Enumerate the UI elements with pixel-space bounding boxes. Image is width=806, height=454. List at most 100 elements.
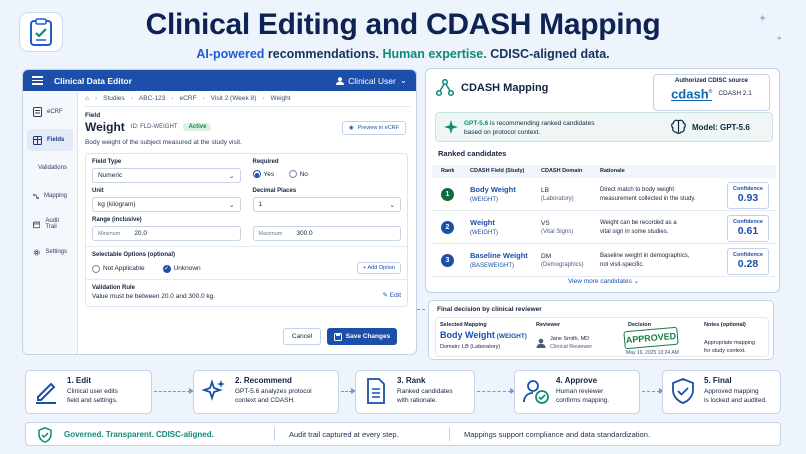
confidence-box: Confidence 0.93 xyxy=(727,182,769,209)
field-settings-form: Field Type Numeric ⌄ Required Yes No Unit… xyxy=(85,153,408,307)
connector-line xyxy=(417,309,425,310)
breadcrumb-item[interactable]: Studies xyxy=(103,95,125,102)
chevron-down-icon: ⌄ xyxy=(229,172,235,180)
column-header: CDASH Field (Study) xyxy=(470,168,525,174)
unit-select[interactable]: kg (kilogram) ⌄ xyxy=(92,197,241,212)
mapping-icon xyxy=(33,193,39,199)
gpt-text: is recommending ranked candidates xyxy=(488,120,595,127)
view-more-candidates-link[interactable]: View more candidates ⌄ xyxy=(426,277,781,285)
brain-icon xyxy=(671,119,686,134)
unit-label: Unit xyxy=(92,188,104,194)
decimal-places-select[interactable]: 1 ⌄ xyxy=(252,197,401,212)
cancel-button[interactable]: Cancel xyxy=(283,328,321,345)
add-option-button[interactable]: + Add Option xyxy=(357,262,401,274)
sidebar-item-mapping[interactable]: Mapping xyxy=(27,185,73,207)
candidate-code: (WEIGHT) xyxy=(470,197,498,203)
edit-validation-button[interactable]: ✎ Edit xyxy=(383,291,401,300)
maximum-label: Maximum xyxy=(258,230,283,237)
breadcrumb-item[interactable]: Weight xyxy=(270,95,290,102)
shield-check-icon xyxy=(672,378,694,404)
reviewer-role: Clinical Reviewer xyxy=(550,344,593,350)
sidebar-item-audit-trail[interactable]: Audit Trail xyxy=(27,213,73,235)
required-no-radio[interactable]: No xyxy=(288,170,308,178)
step-title: 5. Final xyxy=(704,376,732,385)
user-name: Clinical User xyxy=(348,75,396,86)
editor-content: ⌂ › Studies › ABC-123 › eCRF › Visit 2 (Week… xyxy=(85,91,410,354)
candidates-table-header: Rank CDASH Field (Study) CDASH Domain Ra… xyxy=(432,165,776,178)
preview-in-ecrf-button[interactable]: ◉ Preview in eCRF xyxy=(341,121,406,135)
maximum-value: 300.0 xyxy=(296,230,313,237)
candidate-row[interactable]: 3 Baseline Weight (BASEWEIGHT) DM (Demogra… xyxy=(432,245,776,277)
unit-value: kg (kilogram) xyxy=(98,201,136,208)
option-not-applicable[interactable]: Not Applicable xyxy=(92,264,145,273)
candidate-domain-full: (Vital Signs) xyxy=(541,229,574,235)
decision-label: Decision xyxy=(628,322,651,328)
candidate-code: (WEIGHT) xyxy=(470,230,498,236)
final-decision-panel: Final decision by clinical reviewer Sele… xyxy=(428,300,774,360)
sidebar-item-label: Audit Trail xyxy=(45,218,59,230)
field-type-select[interactable]: Numeric ⌄ xyxy=(92,168,241,183)
home-icon[interactable]: ⌂ xyxy=(85,95,89,102)
required-yes-radio[interactable]: Yes xyxy=(252,170,275,178)
reviewer-info: Jane Smith, MD Clinical Reviewer xyxy=(536,335,592,351)
save-changes-button[interactable]: Save Changes xyxy=(327,328,397,345)
candidate-row[interactable]: 1 Body Weight (WEIGHT) LB (Laboratory) Dir… xyxy=(432,179,776,211)
sparkle-decoration-icon: ✦ xyxy=(776,34,783,43)
selected-field: Body Weight xyxy=(440,330,495,340)
selected-mapping-label: Selected Mapping xyxy=(440,322,487,328)
field-type-value: Numeric xyxy=(98,172,123,179)
column-header: Rank xyxy=(441,168,455,174)
confidence-value: 0.61 xyxy=(737,225,759,237)
breadcrumb-item[interactable]: Visit 2 (Week 8) xyxy=(211,95,257,102)
sidebar-item-fields[interactable]: Fields xyxy=(27,129,73,151)
sidebar-item-label: Validations xyxy=(38,165,67,171)
save-label: Save Changes xyxy=(345,333,391,340)
sidebar-item-settings[interactable]: Settings xyxy=(27,241,73,263)
sidebar-item-ecrf[interactable]: eCRF xyxy=(27,101,73,123)
candidate-domain: DM xyxy=(541,253,552,260)
notes-text: Appropriate mapping for study context. xyxy=(704,340,756,354)
flow-arrow xyxy=(341,387,356,394)
footer-tagline: Governed. Transparent. CDISC-aligned. xyxy=(64,429,214,439)
selected-domain: Domain: LB (Laboratory) xyxy=(440,344,501,350)
step-edit: 1. Edit Clinical user edits field and set… xyxy=(25,370,152,414)
breadcrumb-item[interactable]: eCRF xyxy=(180,95,197,102)
breadcrumb-item[interactable]: ABC-123 xyxy=(139,95,165,102)
minimum-input[interactable]: Minimum 20.0 xyxy=(92,226,241,241)
candidate-field: Body Weight xyxy=(470,185,516,194)
sidebar-item-label: Mapping xyxy=(43,193,67,199)
model-label: Model: GPT-5.6 xyxy=(692,123,750,132)
candidate-code: (BASEWEIGHT) xyxy=(470,263,515,269)
candidate-row[interactable]: 2 Weight (WEIGHT) VS (Vital Signs) Weight … xyxy=(432,212,776,244)
maximum-input[interactable]: Maximum 300.0 xyxy=(252,226,401,241)
pencil-icon xyxy=(36,382,56,404)
minimum-label: Minimum xyxy=(98,230,121,237)
final-decision-title: Final decision by clinical reviewer xyxy=(437,306,542,313)
radio-label: Yes xyxy=(263,170,275,178)
step-recommend: 2. Recommend GPT-5.6 analyzes protocol co… xyxy=(193,370,339,414)
cdash-logo: cdash® xyxy=(671,86,713,102)
reviewer-name: Jane Smith, MD xyxy=(550,336,590,342)
option-unknown[interactable]: ✓ Unknown xyxy=(162,264,201,273)
candidate-domain-full: (Demographics) xyxy=(541,262,584,268)
candidate-domain-full: (Laboratory) xyxy=(541,196,574,202)
sidebar-item-label: Settings xyxy=(45,249,67,255)
ranked-candidates-title: Ranked candidates xyxy=(438,149,507,158)
step-final: 5. Final Approved mapping is locked and a… xyxy=(662,370,781,414)
sidebar-item-label: Fields xyxy=(47,137,65,143)
rank-badge: 1 xyxy=(441,188,454,201)
breadcrumb: ⌂ › Studies › ABC-123 › eCRF › Visit 2 (Week… xyxy=(85,91,410,107)
candidate-rationale: Weight can be recorded as a xyxy=(600,220,677,226)
authorized-source-box: Authorized CDISC source cdash® CDASH 2.1 xyxy=(653,74,770,111)
user-menu[interactable]: Clinical User ⌄ xyxy=(336,75,407,86)
hamburger-menu-icon[interactable] xyxy=(32,74,43,87)
rank-badge: 2 xyxy=(441,221,454,234)
selected-code: (WEIGHT) xyxy=(494,333,527,340)
sidebar-item-validations[interactable]: Validations xyxy=(27,157,73,179)
edit-label: Edit xyxy=(389,292,401,299)
document-icon xyxy=(33,107,42,117)
candidate-field: Baseline Weight xyxy=(470,251,528,260)
candidate-rationale: Direct match to body weight xyxy=(600,187,675,193)
gpt-recommendation-banner: GPT-5.6 is recommending ranked candidate… xyxy=(435,112,773,142)
candidate-domain: LB xyxy=(541,187,549,194)
